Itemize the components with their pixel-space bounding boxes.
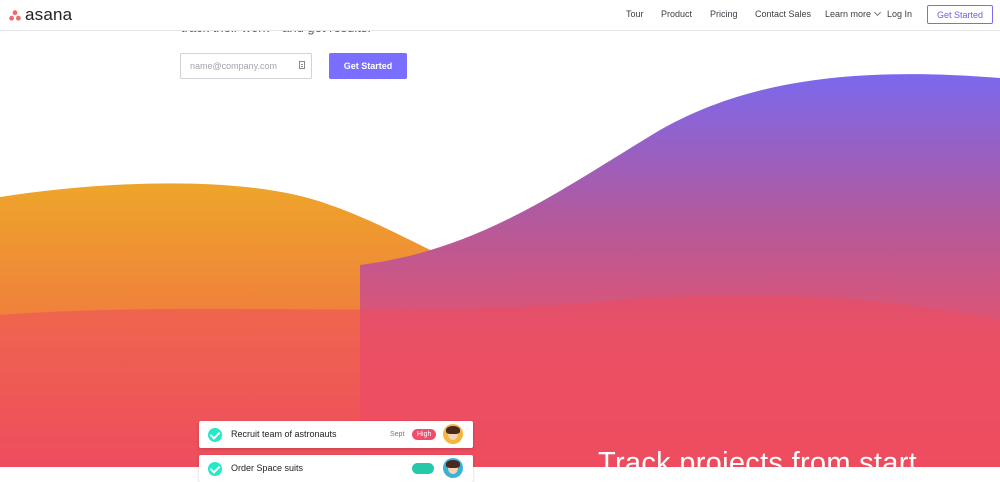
task-due-date: Sept <box>390 431 405 438</box>
top-nav: asana Tour Product Pricing Contact Sales… <box>0 0 1000 31</box>
task-card[interactable]: Recruit team of astronauts Sept High <box>199 421 473 448</box>
asana-logo-icon <box>9 9 21 21</box>
nav-link-product[interactable]: Product <box>661 9 692 19</box>
task-card[interactable]: Order Space suits <box>199 455 473 482</box>
nav-link-contact-sales[interactable]: Contact Sales <box>755 9 811 19</box>
check-circle-icon[interactable] <box>208 428 222 442</box>
hero-wave-background <box>0 74 1000 467</box>
priority-tag: High <box>412 429 437 440</box>
section-title: Track projects from start <box>598 447 918 479</box>
avatar <box>443 458 463 478</box>
hero-get-started-button[interactable]: Get Started <box>329 53 407 79</box>
task-title: Recruit team of astronauts <box>231 429 337 439</box>
chevron-down-icon <box>873 8 882 17</box>
nav-get-started-button[interactable]: Get Started <box>927 5 993 24</box>
priority-tag <box>412 463 434 474</box>
nav-link-pricing[interactable]: Pricing <box>710 9 738 19</box>
avatar <box>443 424 463 444</box>
wave-blend <box>0 295 1000 467</box>
task-title: Order Space suits <box>231 463 304 473</box>
nav-link-log-in[interactable]: Log In <box>887 9 912 19</box>
check-circle-icon[interactable] <box>208 462 222 476</box>
nav-link-tour[interactable]: Tour <box>626 9 644 19</box>
nav-link-learn-more[interactable]: Learn more <box>825 8 882 19</box>
email-input[interactable] <box>180 53 312 79</box>
page: asana Tour Product Pricing Contact Sales… <box>0 0 1000 482</box>
nav-link-learn-more-label: Learn more <box>825 9 872 19</box>
brand-logo[interactable]: asana <box>9 5 73 24</box>
password-manager-icon[interactable] <box>299 61 305 69</box>
brand-name: asana <box>25 5 73 24</box>
